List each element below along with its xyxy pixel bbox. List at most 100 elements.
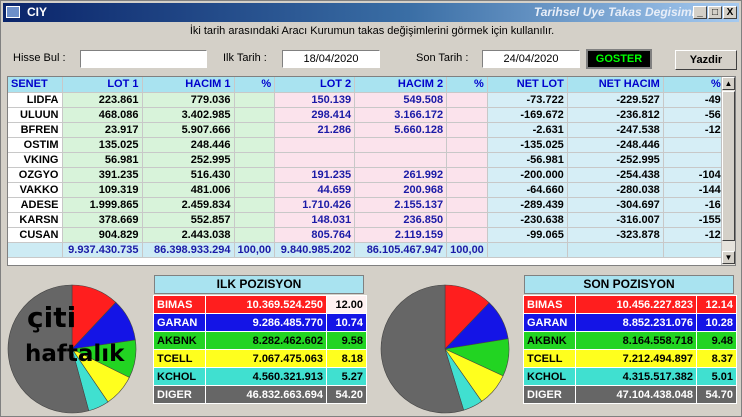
minimize-button[interactable]: _ — [693, 6, 707, 19]
table-row[interactable]: ADESE 1.999.865 2.459.834 1.710.426 2.155.13… — [8, 197, 725, 213]
table-cell: 191.235 — [274, 167, 356, 183]
table-cell: -56 — [663, 107, 725, 123]
total-cell: 9.840.985.202 — [274, 242, 356, 258]
position-value: 10.456.227.823 — [575, 295, 697, 314]
table-cell: -248.446 — [567, 137, 664, 153]
column-header[interactable]: NET HACIM — [567, 77, 664, 93]
table-cell — [446, 167, 488, 183]
maximize-button[interactable]: □ — [708, 6, 722, 19]
position-name: KCHOL — [153, 367, 206, 386]
ilk-tarih-input[interactable]: 18/04/2020 — [282, 50, 380, 68]
grid-vertical-scrollbar[interactable]: ▲ ▼ — [721, 77, 735, 265]
takas-grid: SENET LOT 1 HACIM 1% LOT 2 HACIM 2% NET LOT NE… — [7, 76, 736, 266]
column-header[interactable]: SENET — [8, 77, 63, 93]
position-name: GARAN — [153, 313, 206, 332]
table-cell — [234, 167, 276, 183]
position-value: 8.282.462.602 — [205, 331, 327, 350]
table-cell — [446, 137, 488, 153]
column-header[interactable]: % — [663, 77, 725, 93]
senet-cell: VAKKO — [8, 182, 63, 198]
position-pct: 5.01 — [696, 367, 737, 386]
scroll-thumb[interactable] — [722, 91, 735, 241]
senet-cell: OSTIM — [8, 137, 63, 153]
table-row[interactable]: ULUUN 468.086 3.402.985 298.414 3.166.172 -16… — [8, 107, 725, 123]
table-row[interactable]: LIDFA 223.861 779.036 150.139 549.508 -73.722… — [8, 92, 725, 108]
position-name: DIGER — [523, 385, 576, 404]
hisse-bul-input[interactable] — [80, 50, 207, 68]
table-cell: -155 — [663, 212, 725, 228]
position-pct: 8.18 — [326, 349, 367, 368]
table-cell: 468.086 — [62, 107, 143, 123]
scroll-up-arrow-icon[interactable]: ▲ — [722, 77, 735, 90]
table-cell: -135.025 — [487, 137, 568, 153]
position-pct: 9.48 — [696, 331, 737, 350]
column-header[interactable]: HACIM 2 — [354, 77, 448, 93]
position-name: TCELL — [523, 349, 576, 368]
son-tarih-input[interactable]: 24/04/2020 — [482, 50, 580, 68]
table-cell — [354, 137, 448, 153]
table-cell: -236.812 — [567, 107, 664, 123]
position-pct: 12.14 — [696, 295, 737, 314]
column-header[interactable]: % — [446, 77, 488, 93]
table-cell — [234, 107, 276, 123]
position-value: 46.832.663.694 — [205, 385, 327, 404]
table-cell: 135.025 — [62, 137, 143, 153]
table-cell — [354, 152, 448, 168]
table-cell: -316.007 — [567, 212, 664, 228]
position-value: 4.560.321.913 — [205, 367, 327, 386]
table-cell: -144 — [663, 182, 725, 198]
table-row[interactable]: KARSN 378.669 552.857 148.031 236.850 -230.63… — [8, 212, 725, 228]
table-row[interactable]: OSTIM 135.025 248.446 -135.025 -248.446 — [8, 137, 725, 153]
table-cell — [446, 227, 488, 243]
table-row[interactable]: CUSAN 904.829 2.443.038 805.764 2.119.159 -99… — [8, 227, 725, 243]
table-cell: 2.443.038 — [142, 227, 235, 243]
table-cell: 378.669 — [62, 212, 143, 228]
column-header[interactable]: HACIM 1 — [142, 77, 235, 93]
table-row[interactable]: VAKKO 109.319 481.006 44.659 200.968 -64.660-… — [8, 182, 725, 198]
table-row[interactable]: BFREN 23.917 5.907.666 21.286 5.660.128 -2.63… — [8, 122, 725, 138]
position-row: GARAN 9.286.485.770 10.74 — [153, 313, 367, 332]
table-cell: 148.031 — [274, 212, 356, 228]
column-header[interactable]: NET LOT — [487, 77, 568, 93]
senet-cell: VKING — [8, 152, 63, 168]
table-cell: 261.992 — [354, 167, 448, 183]
table-cell: -280.038 — [567, 182, 664, 198]
table-cell: 2.119.159 — [354, 227, 448, 243]
close-button[interactable]: X — [723, 6, 737, 19]
table-cell: 805.764 — [274, 227, 356, 243]
position-value: 9.286.485.770 — [205, 313, 327, 332]
table-cell: 56.981 — [62, 152, 143, 168]
table-cell — [234, 197, 276, 213]
senet-cell: ADESE — [8, 197, 63, 213]
position-row: DIGER 47.104.438.048 54.70 — [523, 385, 737, 404]
yazdir-button[interactable]: Yazdir — [675, 50, 737, 70]
app-icon — [6, 6, 20, 18]
table-cell: 3.166.172 — [354, 107, 448, 123]
table-cell: -304.697 — [567, 197, 664, 213]
ilk-pozisyon-table: BIMAS 10.369.524.250 12.00 GARAN 9.286.485.7… — [153, 295, 367, 404]
table-cell: -16 — [663, 197, 725, 213]
senet-cell: LIDFA — [8, 92, 63, 108]
table-row[interactable]: OZGYO 391.235 516.430 191.235 261.992 -200.00… — [8, 167, 725, 183]
table-cell: -200.000 — [487, 167, 568, 183]
column-header[interactable]: LOT 2 — [274, 77, 356, 93]
column-header[interactable]: % — [234, 77, 276, 93]
column-header[interactable]: LOT 1 — [62, 77, 143, 93]
table-cell: -289.439 — [487, 197, 568, 213]
table-cell — [446, 197, 488, 213]
table-cell: -230.638 — [487, 212, 568, 228]
position-row: DIGER 46.832.663.694 54.20 — [153, 385, 367, 404]
table-cell: -2.631 — [487, 122, 568, 138]
table-cell — [663, 152, 725, 168]
total-cell: 100,00 — [234, 242, 276, 258]
position-pct: 10.28 — [696, 313, 737, 332]
table-cell — [234, 227, 276, 243]
table-row[interactable]: VKING 56.981 252.995 -56.981 -252.995 — [8, 152, 725, 168]
table-cell: -56.981 — [487, 152, 568, 168]
scroll-down-arrow-icon[interactable]: ▼ — [722, 251, 735, 264]
position-row: BIMAS 10.456.227.823 12.14 — [523, 295, 737, 314]
son-pozisyon-pie-chart — [380, 284, 510, 414]
position-value: 4.315.517.382 — [575, 367, 697, 386]
position-row: GARAN 8.852.231.076 10.28 — [523, 313, 737, 332]
goster-button[interactable]: GOSTER — [586, 49, 652, 69]
